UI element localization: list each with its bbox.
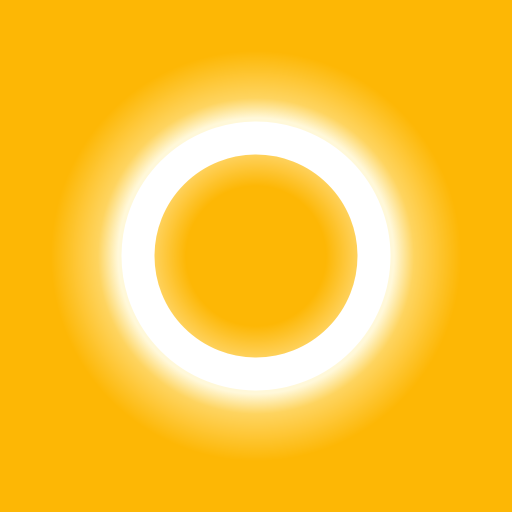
app-icon-canvas — [0, 0, 512, 512]
ring-icon — [121, 121, 391, 391]
ring-shape — [121, 121, 391, 391]
